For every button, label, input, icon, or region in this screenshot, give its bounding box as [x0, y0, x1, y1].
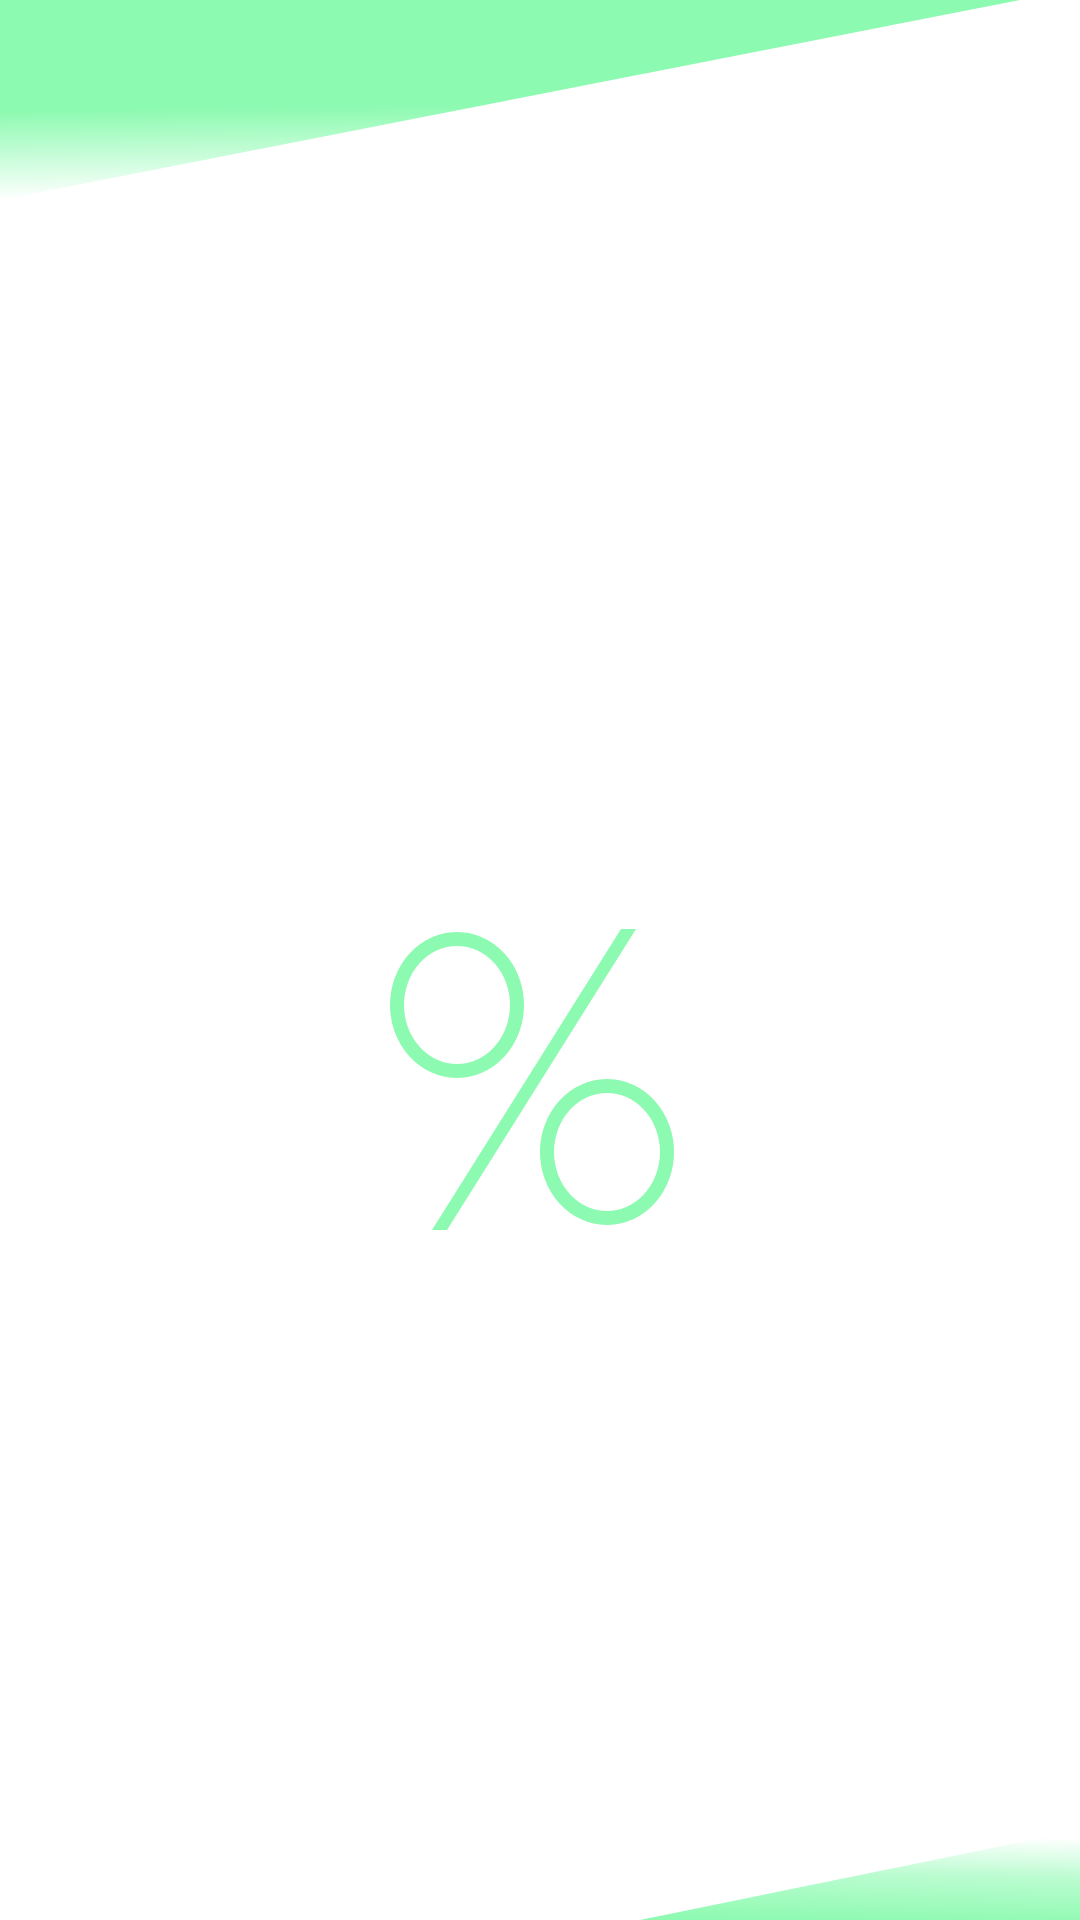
percent-top-ring [390, 932, 524, 1078]
percent-bottom-ring [540, 1079, 674, 1225]
bottom-accent-band [640, 1830, 1080, 1920]
splash-screen: % [0, 0, 1080, 1920]
percent-symbol-text: % [0, 0, 1, 1]
top-accent-band [0, 0, 1020, 200]
percent-icon [390, 929, 674, 1230]
